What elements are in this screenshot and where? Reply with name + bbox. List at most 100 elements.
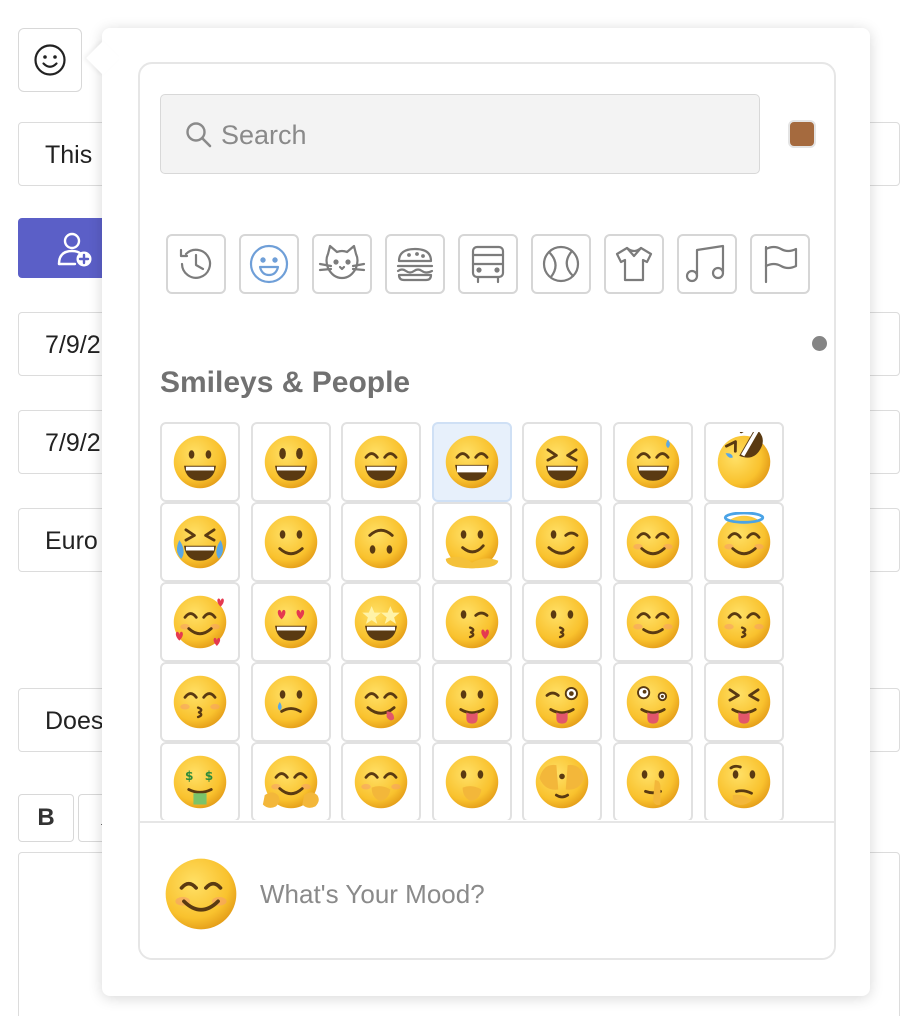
thinking-face-icon [717, 755, 770, 809]
upside-down-face-icon [354, 515, 408, 569]
smiling-face-icon [626, 595, 680, 649]
mood-text: What's Your Mood? [260, 879, 485, 909]
emoji-zany-face[interactable] [613, 662, 693, 742]
emoji-winking-face[interactable] [522, 502, 603, 582]
emoji-smiling-face-hearts[interactable] [160, 582, 240, 662]
hugging-face-icon [262, 755, 319, 809]
emoji-squinting-face-tongue[interactable] [703, 662, 784, 742]
emoji-face-hand-over-mouth[interactable] [341, 742, 422, 820]
bold-button[interactable]: B [18, 794, 74, 842]
smiling-face-smiling-eyes-icon [626, 515, 680, 569]
emoji-grinning-face[interactable] [160, 422, 240, 502]
grinning-face-smiling-eyes-icon [354, 435, 408, 489]
emoji-hugging-face[interactable] [250, 742, 331, 820]
melting-face-icon [445, 515, 499, 569]
face-hand-over-mouth-icon [354, 755, 408, 809]
emoji-grinning-face-big-eyes[interactable] [250, 422, 331, 502]
face-with-tongue-icon [445, 675, 499, 729]
emoji-face-with-tongue[interactable] [431, 662, 512, 742]
tab-flags[interactable] [750, 234, 810, 294]
emoji-face-tears-of-joy[interactable] [160, 502, 240, 582]
squinting-face-tongue-icon [717, 675, 770, 729]
scroll-indicator[interactable] [812, 336, 827, 351]
emoji-grinning-face-smiling-eyes[interactable] [341, 422, 422, 502]
tab-smileys[interactable] [239, 234, 299, 294]
music-note-icon [685, 244, 725, 283]
burger-icon [396, 247, 434, 282]
emoji-kissing-face[interactable] [522, 582, 603, 662]
search-input[interactable] [221, 117, 741, 153]
emoji-heart-eyes[interactable] [250, 582, 331, 662]
kissing-face-closed-eyes-icon [173, 675, 227, 729]
flag-icon [764, 245, 798, 284]
emoji-smiling-face[interactable] [613, 582, 693, 662]
emoji-winking-face-tongue[interactable] [522, 662, 603, 742]
timezone-text: Euro [45, 527, 98, 555]
emoji-face-savoring-food[interactable] [341, 662, 422, 742]
smiley-icon [249, 244, 289, 284]
winking-face-tongue-icon [536, 675, 589, 729]
emoji-rolling-on-floor-laughing[interactable] [703, 422, 784, 502]
skin-tone-selector[interactable] [788, 120, 816, 148]
emoji-kissing-face-smiling-eyes[interactable] [703, 582, 784, 662]
emoji-trigger-button[interactable] [18, 28, 82, 92]
tab-symbols[interactable] [677, 234, 737, 294]
money-mouth-face-icon: $ $ [173, 755, 227, 809]
face-blowing-kiss-icon [445, 595, 499, 649]
search-box[interactable] [160, 94, 760, 174]
rolling-on-floor-laughing-icon [717, 432, 770, 489]
emoji-grinning-face-sweat[interactable] [613, 422, 693, 502]
face-savoring-food-icon [354, 675, 408, 729]
emoji-money-mouth-face[interactable]: $ $ [160, 742, 240, 820]
search-icon [186, 122, 212, 148]
heart-eyes-icon [264, 595, 317, 649]
tab-food[interactable] [385, 234, 445, 294]
star-struck-icon [354, 595, 408, 649]
emoji-smiling-face-halo[interactable] [703, 502, 784, 582]
svg-text:$: $ [205, 769, 213, 783]
emoji-face-holding-back-tears[interactable] [250, 662, 331, 742]
bold-label: B [37, 804, 55, 831]
section-title: Smileys & People [160, 366, 411, 399]
kissing-face-icon [536, 595, 589, 649]
title-field-text: This [45, 141, 93, 169]
grinning-face-sweat-icon [626, 435, 680, 489]
emoji-melting-face[interactable] [431, 502, 512, 582]
tab-travel[interactable] [458, 234, 518, 294]
emoji-grinning-squinting-face[interactable] [522, 422, 603, 502]
emoji-kissing-face-closed-eyes[interactable] [160, 662, 240, 742]
shirt-icon [615, 246, 653, 282]
emoji-grid: $ $ [160, 422, 800, 820]
start-date-text: 7/9/2 [45, 331, 101, 359]
tab-recent[interactable] [166, 234, 226, 294]
tab-activities[interactable] [531, 234, 591, 294]
svg-text:$: $ [185, 769, 193, 783]
bus-icon [471, 245, 505, 284]
beaming-face-icon [445, 435, 499, 489]
smiley-icon [34, 44, 66, 76]
tab-animals[interactable] [312, 234, 372, 294]
emoji-face-open-eyes-hand-over-mouth[interactable] [431, 742, 512, 820]
emoji-shushing-face[interactable] [613, 742, 693, 820]
zany-face-icon [626, 675, 680, 729]
grinning-squinting-face-icon [536, 435, 589, 489]
emoji-face-peeking-eye[interactable] [522, 742, 603, 820]
kissing-face-smiling-eyes-icon [717, 595, 770, 649]
add-user-icon [57, 232, 92, 267]
emoji-popup-content: Smileys & People $$ What's Your Mood [102, 28, 870, 996]
tab-objects[interactable] [604, 234, 664, 294]
emoji-slightly-smiling-face[interactable] [250, 502, 331, 582]
face-open-eyes-hand-over-mouth-icon [445, 755, 499, 809]
grinning-face-icon [173, 435, 227, 489]
emoji-upside-down-face[interactable] [341, 502, 422, 582]
emoji-thinking-face[interactable] [703, 742, 784, 820]
shushing-face-icon [626, 755, 680, 809]
emoji-face-blowing-kiss[interactable] [431, 582, 512, 662]
face-peeking-eye-icon [536, 755, 589, 809]
grinning-face-big-eyes-icon [264, 435, 317, 489]
emoji-smiling-face-smiling-eyes[interactable] [613, 502, 693, 582]
emoji-beaming-face[interactable] [431, 422, 512, 502]
smiling-face-smiling-eyes-icon [165, 858, 237, 930]
smiling-face-hearts-icon [173, 595, 227, 649]
emoji-star-struck[interactable] [341, 582, 422, 662]
